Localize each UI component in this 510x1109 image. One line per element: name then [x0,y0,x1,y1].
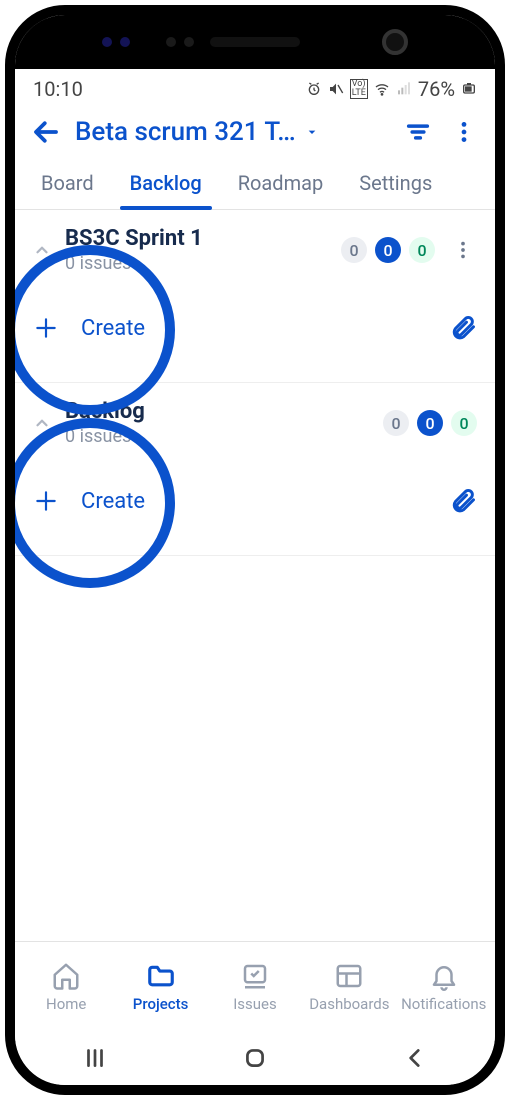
battery-percent: 76% [418,77,455,101]
todo-count-badge: 0 [383,410,409,436]
home-icon [51,961,81,991]
backlog-content[interactable]: BS3C Sprint 1 0 issues 0 0 0 Create [15,210,495,941]
create-issue-button[interactable]: Create [81,316,145,341]
backlog-status-badges: 0 0 0 [383,410,477,436]
nav-issues[interactable]: Issues [210,961,300,1013]
project-title: Beta scrum 321 T… [75,117,296,147]
home-button[interactable] [240,1043,270,1073]
view-tabs: Board Backlog Roadmap Settings [15,157,495,210]
plus-icon [33,315,59,341]
attach-icon[interactable] [449,314,477,342]
backlog-section: Backlog 0 issues 0 0 0 Create [15,383,495,556]
status-right: Vo)LTE 76% [306,77,477,101]
alarm-icon [306,81,322,97]
backlog-title: Backlog [65,399,369,424]
backlog-issue-count: 0 issues [65,426,369,447]
wifi-icon [374,81,390,97]
back-button[interactable] [29,115,63,149]
battery-icon [461,81,477,97]
done-count-badge: 0 [409,237,435,263]
sprint-create-row: Create [15,274,495,382]
sprint-header[interactable]: BS3C Sprint 1 0 issues 0 0 0 [15,210,495,274]
status-bar: 10:10 Vo)LTE 76% [15,69,495,109]
chevron-up-icon [33,241,51,259]
android-back-button[interactable] [400,1043,430,1073]
dropdown-caret-icon [304,124,320,140]
backlog-header[interactable]: Backlog 0 issues 0 0 0 [15,383,495,447]
tab-settings[interactable]: Settings [341,157,450,209]
nav-projects[interactable]: Projects [116,961,206,1013]
plus-icon [33,488,59,514]
tab-board[interactable]: Board [23,157,112,209]
screen: 10:10 Vo)LTE 76% Beta scrum 321 T… [15,69,495,1031]
todo-count-badge: 0 [341,237,367,263]
signal-icon [396,81,412,97]
nav-notifications[interactable]: Notifications [399,961,489,1013]
status-time: 10:10 [33,77,83,101]
recents-button[interactable] [80,1043,110,1073]
attach-icon[interactable] [449,487,477,515]
sprint-title: BS3C Sprint 1 [65,226,327,251]
sprint-overflow-button[interactable] [449,236,477,264]
chevron-up-icon [33,414,51,432]
bell-icon [429,961,459,991]
tab-roadmap[interactable]: Roadmap [220,157,342,209]
folder-icon [146,961,176,991]
filter-button[interactable] [401,115,435,149]
overflow-menu-button[interactable] [447,115,481,149]
in-progress-count-badge: 0 [375,237,401,263]
sprint-section: BS3C Sprint 1 0 issues 0 0 0 Create [15,210,495,383]
done-count-badge: 0 [451,410,477,436]
project-selector[interactable]: Beta scrum 321 T… [75,117,389,147]
sprint-issue-count: 0 issues [65,253,327,274]
backlog-create-row: Create [15,447,495,555]
nav-home[interactable]: Home [21,961,111,1013]
mute-icon [328,81,344,97]
sprint-status-badges: 0 0 0 [341,237,435,263]
tab-backlog[interactable]: Backlog [112,157,220,209]
phone-top-bezel [15,15,495,69]
dashboard-icon [334,961,364,991]
phone-frame: 10:10 Vo)LTE 76% Beta scrum 321 T… [5,5,505,1095]
bottom-nav: Home Projects Issues Dashboards Notifica… [15,941,495,1031]
nav-dashboards[interactable]: Dashboards [304,961,394,1013]
issues-icon [240,961,270,991]
app-header: Beta scrum 321 T… [15,109,495,157]
in-progress-count-badge: 0 [417,410,443,436]
android-nav-bar [15,1031,495,1085]
volte-icon: Vo)LTE [350,79,368,99]
create-issue-button[interactable]: Create [81,489,145,514]
